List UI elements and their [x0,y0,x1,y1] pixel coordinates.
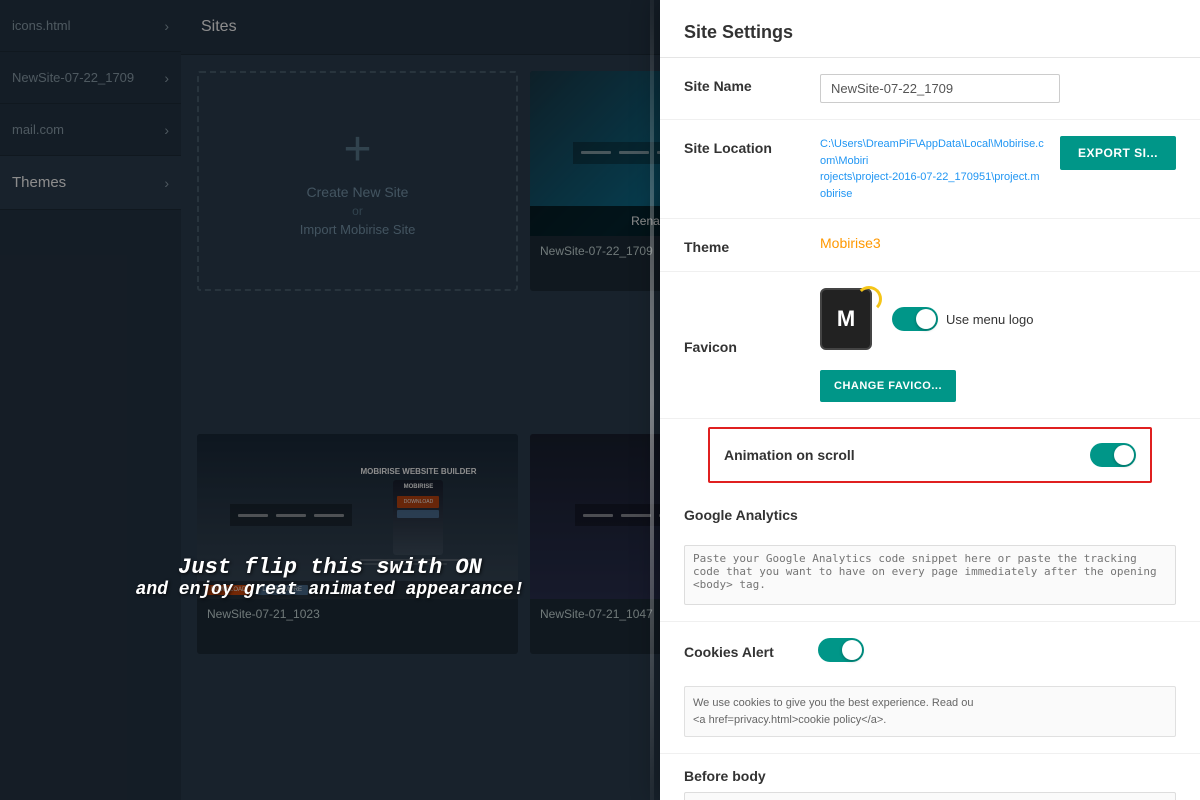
use-menu-logo-label: Use menu logo [946,312,1033,327]
favicon-area: M Use menu logo CHANGE FAVICO... [820,288,1176,402]
before-body-label: Before body [684,768,1176,784]
settings-panel: Site Settings Site Name Site Location C:… [660,0,1200,800]
settings-title: Site Settings [660,0,1200,58]
favicon-label: Favicon [684,335,804,355]
site-name-row: Site Name [660,58,1200,120]
site-location-row: Site Location C:\Users\DreamPiF\AppData\… [660,120,1200,219]
animation-toggle-thumb [1114,445,1134,465]
theme-value: Mobirise3 [820,235,1176,251]
before-body-row: Before body [660,754,1200,800]
google-analytics-row: Google Analytics [660,487,1200,622]
use-menu-logo-toggle[interactable]: Use menu logo [892,307,1033,331]
favicon-value: M Use menu logo CHANGE FAVICO... [820,288,1176,402]
favicon-spinner [856,286,882,312]
cookies-toggle-thumb [842,640,862,660]
change-favicon-button[interactable]: CHANGE FAVICO... [820,370,956,402]
before-body-input[interactable] [684,792,1176,800]
site-location-label: Site Location [684,136,804,156]
cookies-alert-header: Cookies Alert [684,638,1176,662]
theme-name: Mobirise3 [820,235,881,251]
favicon-phone-preview: M [820,288,872,350]
toggle-thumb [916,309,936,329]
google-analytics-input[interactable] [684,545,1176,605]
theme-row: Theme Mobirise3 [660,219,1200,272]
animation-section: Animation on scroll [660,419,1200,483]
favicon-row: Favicon M Use menu logo CHANGE FAVICO... [660,272,1200,419]
export-site-button[interactable]: EXPORT SI... [1060,136,1176,170]
cookies-alert-switch[interactable] [818,638,864,662]
site-name-value [820,74,1176,103]
cookies-alert-label: Cookies Alert [684,640,804,660]
use-menu-logo-switch[interactable] [892,307,938,331]
highlight-line [650,0,654,800]
site-name-input[interactable] [820,74,1060,103]
google-analytics-label: Google Analytics [684,503,804,523]
site-name-label: Site Name [684,74,804,94]
site-location-text: C:\Users\DreamPiF\AppData\Local\Mobirise… [820,136,1044,202]
site-location-value: C:\Users\DreamPiF\AppData\Local\Mobirise… [820,136,1044,202]
animation-label: Animation on scroll [724,443,1074,463]
animation-on-scroll-row: Animation on scroll [708,427,1152,483]
cookies-alert-row: Cookies Alert We use cookies to give you… [660,622,1200,754]
cookies-text-preview: We use cookies to give you the best expe… [684,686,1176,737]
animation-toggle-switch[interactable] [1090,443,1136,467]
theme-label: Theme [684,235,804,255]
